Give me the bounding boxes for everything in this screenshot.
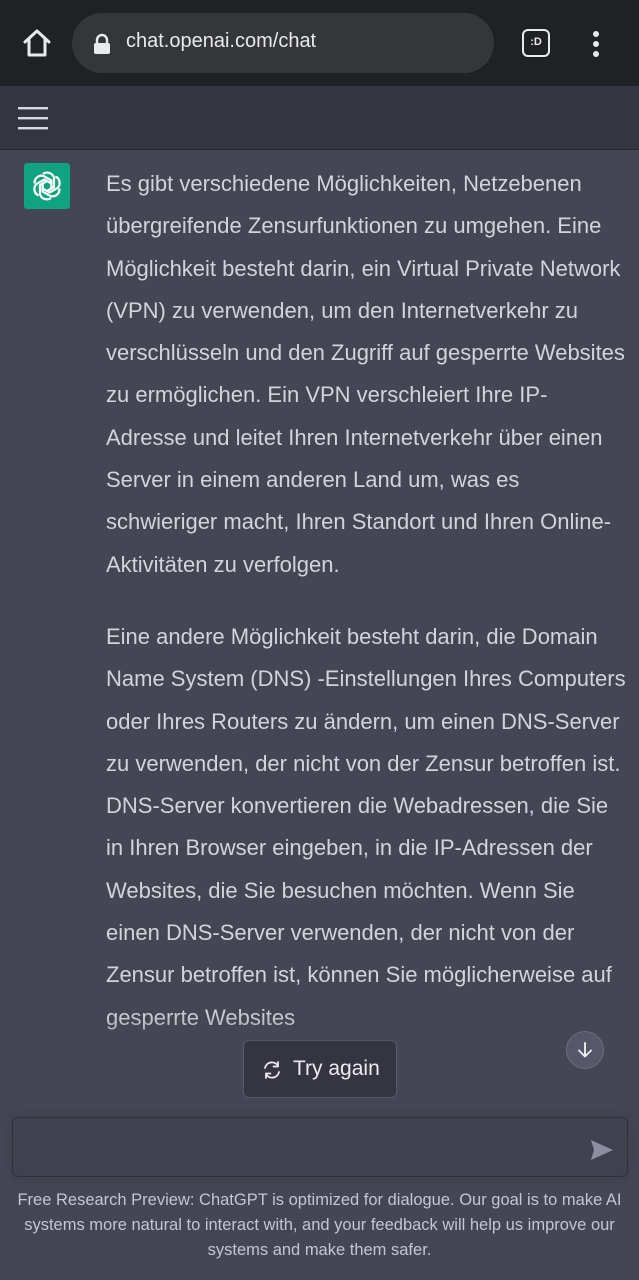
browser-toolbar: chat.openai.com/chat :D: [0, 0, 639, 86]
lock-icon: [92, 33, 112, 55]
assistant-message: Es gibt verschiedene Möglichkeiten, Netz…: [106, 163, 626, 1069]
address-bar[interactable]: chat.openai.com/chat: [72, 13, 494, 73]
scroll-to-bottom-button[interactable]: [566, 1031, 604, 1069]
message-paragraph: Eine andere Möglichkeit besteht darin, d…: [106, 623, 626, 1030]
hamburger-menu-icon[interactable]: [18, 106, 48, 130]
assistant-avatar: [24, 163, 70, 209]
chat-thread: Es gibt verschiedene Möglichkeiten, Netz…: [0, 150, 639, 1118]
openai-logo-icon: [33, 171, 61, 201]
disclaimer-text: Free Research Preview: ChatGPT is optimi…: [17, 1191, 622, 1259]
message-composer: [12, 1117, 628, 1177]
tab-switcher-button[interactable]: :D: [522, 29, 550, 57]
refresh-icon: [261, 1059, 283, 1081]
app-header: [0, 86, 639, 150]
try-again-button[interactable]: Try again: [243, 1040, 397, 1098]
try-again-label: Try again: [293, 1057, 380, 1080]
arrow-down-icon: [578, 1042, 592, 1058]
message-input[interactable]: [27, 1128, 571, 1168]
home-icon[interactable]: [18, 24, 56, 62]
url-text: chat.openai.com/chat: [126, 30, 317, 52]
send-icon[interactable]: [589, 1138, 615, 1162]
more-options-icon[interactable]: [585, 28, 607, 60]
message-paragraph: Es gibt verschiedene Möglichkeiten, Netz…: [106, 171, 625, 577]
